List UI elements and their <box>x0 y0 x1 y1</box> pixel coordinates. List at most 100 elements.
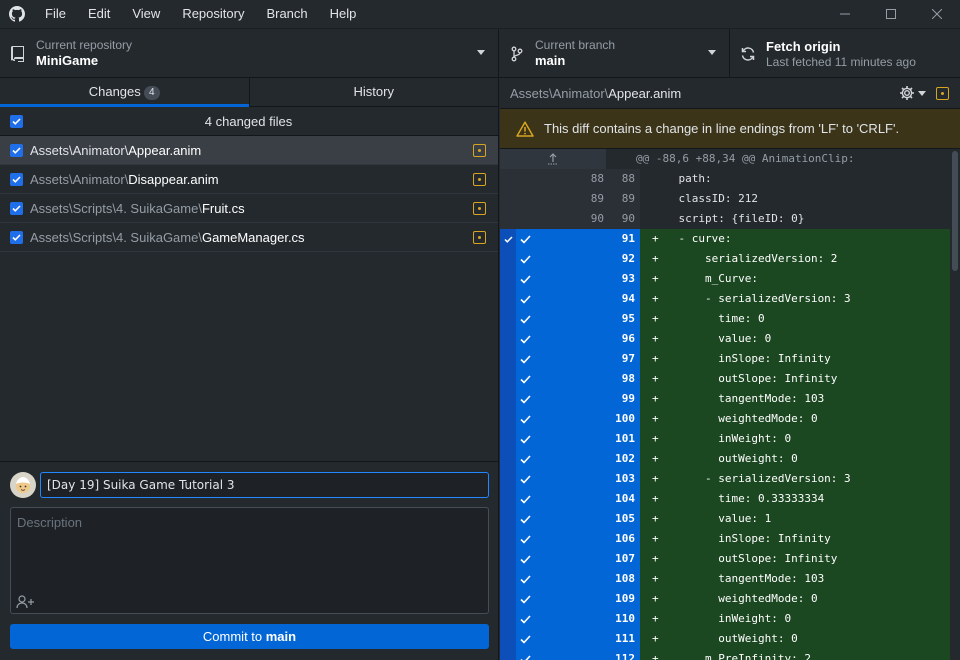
hunk-select-gutter[interactable] <box>500 549 516 569</box>
diff-line-added[interactable]: 100 + weightedMode: 0 <box>500 409 950 429</box>
line-select-gutter[interactable] <box>516 269 570 289</box>
file-row-gamemanager[interactable]: Assets\Scripts\4. SuikaGame\GameManager.… <box>0 223 498 252</box>
commit-button[interactable]: Commit to main <box>10 624 489 649</box>
diff-settings-button[interactable] <box>899 85 926 101</box>
line-select-gutter[interactable] <box>516 569 570 589</box>
hunk-select-gutter[interactable] <box>500 309 516 329</box>
line-select-gutter[interactable] <box>516 409 570 429</box>
diff-line-added[interactable]: 97 + inSlope: Infinity <box>500 349 950 369</box>
hunk-select-gutter[interactable] <box>500 249 516 269</box>
diff-line-added[interactable]: 107 + outSlope: Infinity <box>500 549 950 569</box>
toolbar: Current repository MiniGame Current bran… <box>0 28 960 78</box>
diff-scrollbar[interactable] <box>950 149 960 660</box>
branch-selector[interactable]: Current branch main <box>499 29 730 78</box>
diff-line-added[interactable]: 93 + m_Curve: <box>500 269 950 289</box>
tab-history[interactable]: History <box>248 78 499 106</box>
diff-line-added[interactable]: 112 + m_PreInfinity: 2 <box>500 649 950 660</box>
close-window-button[interactable] <box>914 0 960 28</box>
menu-branch[interactable]: Branch <box>255 0 318 28</box>
hunk-select-gutter[interactable] <box>500 349 516 369</box>
menu-view[interactable]: View <box>121 0 171 28</box>
file-row-fruit[interactable]: Assets\Scripts\4. SuikaGame\Fruit.cs <box>0 194 498 223</box>
diff-line-added[interactable]: 95 + time: 0 <box>500 309 950 329</box>
line-select-gutter[interactable] <box>516 229 570 249</box>
file-row-disappear[interactable]: Assets\Animator\Disappear.anim <box>0 165 498 194</box>
hunk-select-gutter[interactable] <box>500 569 516 589</box>
hunk-select-gutter[interactable] <box>500 429 516 449</box>
hunk-select-gutter[interactable] <box>500 409 516 429</box>
line-select-gutter[interactable] <box>516 649 570 660</box>
hunk-select-gutter[interactable] <box>500 629 516 649</box>
line-select-gutter[interactable] <box>516 469 570 489</box>
menu-file[interactable]: File <box>34 0 77 28</box>
hunk-select-gutter[interactable] <box>500 389 516 409</box>
diff-line-added[interactable]: 99 + tangentMode: 103 <box>500 389 950 409</box>
line-select-gutter[interactable] <box>516 589 570 609</box>
line-select-gutter[interactable] <box>516 389 570 409</box>
file-checkbox[interactable] <box>10 230 23 244</box>
diff-line-added[interactable]: 109 + weightedMode: 0 <box>500 589 950 609</box>
fetch-origin-button[interactable]: Fetch origin Last fetched 11 minutes ago <box>730 29 960 78</box>
line-select-gutter[interactable] <box>516 509 570 529</box>
hunk-select-gutter[interactable] <box>500 469 516 489</box>
hunk-select-gutter[interactable] <box>500 529 516 549</box>
check-icon <box>520 534 531 544</box>
diff-line-added[interactable]: 103 + - serializedVersion: 3 <box>500 469 950 489</box>
hunk-select-gutter[interactable] <box>500 589 516 609</box>
tab-changes[interactable]: Changes 4 <box>0 78 249 107</box>
line-select-gutter[interactable] <box>516 629 570 649</box>
repository-selector[interactable]: Current repository MiniGame <box>0 29 499 78</box>
commit-description-input[interactable]: Description <box>10 507 489 614</box>
line-select-gutter[interactable] <box>516 249 570 269</box>
hunk-select-gutter[interactable] <box>500 449 516 469</box>
line-select-gutter[interactable] <box>516 549 570 569</box>
hunk-select-gutter[interactable] <box>500 509 516 529</box>
hunk-select-gutter[interactable] <box>500 369 516 389</box>
hunk-select-gutter[interactable] <box>500 609 516 629</box>
maximize-button[interactable] <box>868 0 914 28</box>
menu-repository[interactable]: Repository <box>171 0 255 28</box>
hunk-select-gutter[interactable] <box>500 649 516 660</box>
minimize-button[interactable] <box>822 0 868 28</box>
scroll-thumb[interactable] <box>952 151 958 271</box>
diff-line-added[interactable]: 94 + - serializedVersion: 3 <box>500 289 950 309</box>
line-select-gutter[interactable] <box>516 309 570 329</box>
diff-line-added[interactable]: 96 + value: 0 <box>500 329 950 349</box>
diff-line-added[interactable]: 102 + outWeight: 0 <box>500 449 950 469</box>
file-row-appear[interactable]: Assets\Animator\Appear.anim <box>0 136 498 165</box>
line-select-gutter[interactable] <box>516 529 570 549</box>
line-select-gutter[interactable] <box>516 369 570 389</box>
menu-help[interactable]: Help <box>319 0 368 28</box>
line-select-gutter[interactable] <box>516 449 570 469</box>
add-coauthor-icon[interactable] <box>16 595 36 609</box>
diff-line-added[interactable]: 110 + inWeight: 0 <box>500 609 950 629</box>
line-select-gutter[interactable] <box>516 489 570 509</box>
hunk-select-gutter[interactable] <box>500 269 516 289</box>
hunk-select-gutter[interactable] <box>500 489 516 509</box>
file-checkbox[interactable] <box>10 201 23 215</box>
file-checkbox[interactable] <box>10 172 23 186</box>
diff-line-added[interactable]: 104 + time: 0.33333334 <box>500 489 950 509</box>
line-select-gutter[interactable] <box>516 289 570 309</box>
diff-line-added[interactable]: 106 + inSlope: Infinity <box>500 529 950 549</box>
diff-line-added[interactable]: 91 + - curve: <box>500 229 950 249</box>
menu-edit[interactable]: Edit <box>77 0 121 28</box>
commit-summary-input[interactable]: [Day 19] Suika Game Tutorial 3 <box>40 472 489 498</box>
diff-line-added[interactable]: 98 + outSlope: Infinity <box>500 369 950 389</box>
expand-hunk-button[interactable] <box>500 149 606 169</box>
diff-line-added[interactable]: 101 + inWeight: 0 <box>500 429 950 449</box>
select-all-checkbox[interactable] <box>10 114 23 128</box>
diff-line-added[interactable]: 111 + outWeight: 0 <box>500 629 950 649</box>
file-checkbox[interactable] <box>10 143 23 157</box>
line-select-gutter[interactable] <box>516 329 570 349</box>
line-select-gutter[interactable] <box>516 429 570 449</box>
hunk-select-gutter[interactable] <box>500 229 516 249</box>
line-select-gutter[interactable] <box>516 609 570 629</box>
hunk-select-gutter[interactable] <box>500 329 516 349</box>
hunk-select-gutter[interactable] <box>500 289 516 309</box>
diff-line-added[interactable]: 105 + value: 1 <box>500 509 950 529</box>
title-bar: File Edit View Repository Branch Help <box>0 0 960 28</box>
diff-line-added[interactable]: 92 + serializedVersion: 2 <box>500 249 950 269</box>
diff-line-added[interactable]: 108 + tangentMode: 103 <box>500 569 950 589</box>
line-select-gutter[interactable] <box>516 349 570 369</box>
